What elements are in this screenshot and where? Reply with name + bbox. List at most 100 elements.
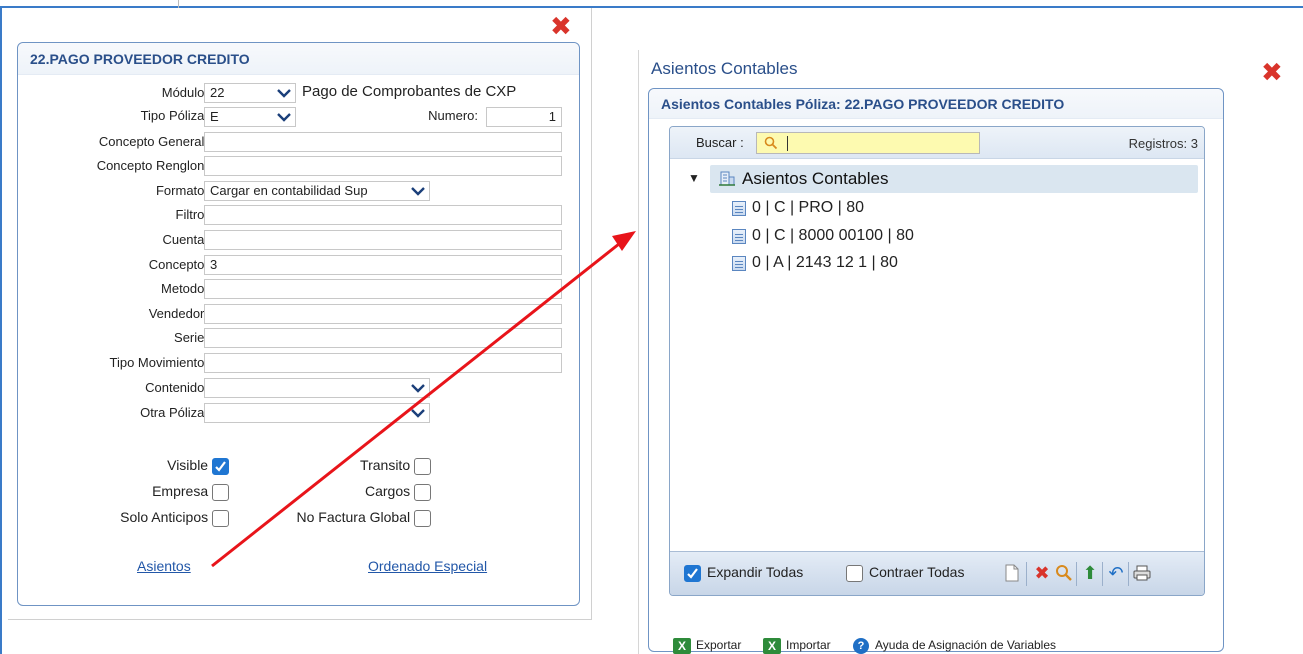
- checkmark-icon: [215, 461, 226, 472]
- close-icon[interactable]: ✖: [1261, 60, 1283, 86]
- no-factura-global-checkbox[interactable]: [414, 509, 431, 527]
- modulo-value: 22: [210, 85, 225, 100]
- asientos-contables-window: Asientos Contables ✖ Asientos Contables …: [638, 50, 1303, 654]
- expandir-todas-option[interactable]: Expandir Todas: [684, 564, 803, 582]
- search-toolbar: Buscar : Registros: 3: [670, 127, 1204, 159]
- transito-label: Transito: [360, 457, 411, 473]
- formato-value: Cargar en contabilidad Sup: [210, 183, 368, 198]
- ayuda-label: Ayuda de Asignación de Variables: [875, 638, 1057, 653]
- vendedor-input[interactable]: [204, 304, 562, 324]
- search-icon[interactable]: [1054, 564, 1074, 584]
- window-title: Asientos Contables: [651, 59, 798, 78]
- vendedor-label: Vendedor:: [148, 306, 208, 321]
- concepto-input[interactable]: 3: [204, 255, 562, 275]
- delete-icon[interactable]: ✖: [1032, 564, 1052, 584]
- otra-poliza-select[interactable]: [204, 403, 430, 423]
- collapse-arrow-icon[interactable]: ▼: [688, 171, 700, 185]
- numero-label: Numero:: [428, 108, 478, 123]
- asientos-link[interactable]: Asientos: [137, 558, 191, 574]
- new-document-icon[interactable]: [1002, 564, 1022, 584]
- cuenta-label: Cuenta:: [162, 232, 208, 247]
- cuenta-input[interactable]: [204, 230, 562, 250]
- poliza-config-window: ✖ 22.PAGO PROVEEDOR CREDITO Módulo: 22 P…: [8, 8, 592, 620]
- modulo-select[interactable]: 22: [204, 83, 296, 103]
- arrow-up-icon[interactable]: ⬆: [1080, 564, 1100, 584]
- exportar-label: Exportar: [696, 638, 742, 653]
- otra-poliza-label: Otra Póliza:: [140, 405, 208, 420]
- contraer-todas-checkbox[interactable]: [846, 564, 863, 582]
- toolbar-divider: [1026, 562, 1027, 586]
- importar-button[interactable]: X Importar: [763, 638, 831, 654]
- transito-checkbox[interactable]: [414, 457, 431, 475]
- tree-item-label: 0 | C | PRO | 80: [752, 199, 865, 216]
- contenido-label: Contenido:: [145, 380, 208, 395]
- formato-label: Formato:: [155, 183, 208, 198]
- tree-item-label: 0 | A | 2143 12 1 | 80: [752, 254, 898, 271]
- panel-title: Asientos Contables Póliza: 22.PAGO PROVE…: [661, 96, 1065, 112]
- concepto-renglon-input[interactable]: [204, 156, 562, 176]
- tipo-movimiento-label: Tipo Movimiento:: [109, 355, 209, 370]
- concepto-label: Concepto:: [148, 257, 208, 272]
- empresa-label: Empresa: [152, 483, 209, 499]
- document-icon: [732, 201, 746, 216]
- asientos-tree: Buscar : Registros: 3 ▼ Asientos Contabl…: [669, 126, 1205, 596]
- tree-toolbar: Expandir Todas Contraer Todas ✖ ⬆ ↶: [670, 551, 1204, 595]
- chevron-down-icon: [411, 182, 425, 200]
- empresa-checkbox-row[interactable]: Empresa: [152, 483, 229, 501]
- numero-input[interactable]: 1: [486, 107, 562, 127]
- divider: [178, 0, 179, 8]
- formato-select[interactable]: Cargar en contabilidad Sup: [204, 181, 430, 201]
- ayuda-variables-button[interactable]: ? Ayuda de Asignación de Variables: [853, 638, 1056, 654]
- tree-root-label: Asientos Contables: [742, 169, 889, 188]
- concepto-renglon-label: Concepto Renglon:: [96, 158, 208, 173]
- undo-icon[interactable]: ↶: [1106, 564, 1126, 584]
- tipo-movimiento-input[interactable]: [204, 353, 562, 373]
- concepto-general-input[interactable]: [204, 132, 562, 152]
- asientos-panel: Asientos Contables Póliza: 22.PAGO PROVE…: [648, 88, 1224, 652]
- expandir-todas-checkbox[interactable]: [684, 564, 701, 582]
- building-icon: [719, 171, 735, 186]
- visible-checkbox[interactable]: [212, 457, 229, 475]
- contraer-todas-label: Contraer Todas: [869, 564, 965, 580]
- cargos-checkbox-row[interactable]: Cargos: [365, 483, 431, 501]
- visible-checkbox-row[interactable]: Visible: [167, 457, 229, 475]
- toolbar-divider: [1076, 562, 1077, 586]
- serie-label: Serie:: [174, 330, 208, 345]
- tree-root-node[interactable]: Asientos Contables: [710, 165, 1198, 193]
- cargos-label: Cargos: [364, 483, 411, 499]
- checkmark-icon: [687, 568, 698, 579]
- excel-icon: X: [763, 638, 781, 654]
- search-icon: [764, 136, 778, 150]
- solo-anticipos-label: Solo Anticipos: [120, 509, 209, 525]
- ordenado-especial-link[interactable]: Ordenado Especial: [368, 558, 487, 574]
- panel-title: 22.PAGO PROVEEDOR CREDITO: [30, 51, 250, 67]
- modulo-description: Pago de Comprobantes de CXP: [302, 83, 517, 100]
- print-icon[interactable]: [1132, 564, 1152, 584]
- serie-input[interactable]: [204, 328, 562, 348]
- filtro-input[interactable]: [204, 205, 562, 225]
- tree-item-label: 0 | C | 8000 00100 | 80: [752, 227, 914, 244]
- chevron-down-icon: [277, 89, 291, 98]
- cargos-checkbox[interactable]: [414, 483, 431, 501]
- poliza-panel: 22.PAGO PROVEEDOR CREDITO Módulo: 22 Pag…: [17, 42, 580, 606]
- importar-label: Importar: [786, 638, 831, 653]
- text-caret: [787, 136, 788, 151]
- empresa-checkbox[interactable]: [212, 483, 229, 501]
- tipo-poliza-label: Tipo Póliza:: [140, 108, 208, 123]
- contenido-select[interactable]: [204, 378, 430, 398]
- close-icon[interactable]: ✖: [550, 14, 572, 40]
- exportar-button[interactable]: X Exportar: [673, 638, 741, 654]
- modulo-label: Módulo:: [161, 85, 208, 100]
- excel-icon: X: [673, 638, 691, 654]
- help-icon: ?: [853, 638, 869, 654]
- contraer-todas-option[interactable]: Contraer Todas: [846, 564, 964, 582]
- metodo-label: Metodo:: [161, 281, 208, 296]
- search-input[interactable]: [756, 132, 980, 154]
- metodo-input[interactable]: [204, 279, 562, 299]
- search-label: Buscar :: [696, 135, 744, 150]
- no-factura-global-checkbox-row[interactable]: No Factura Global: [297, 509, 431, 527]
- solo-anticipos-checkbox-row[interactable]: Solo Anticipos: [120, 509, 229, 527]
- solo-anticipos-checkbox[interactable]: [212, 509, 229, 527]
- transito-checkbox-row[interactable]: Transito: [360, 457, 431, 475]
- document-icon: [732, 229, 746, 244]
